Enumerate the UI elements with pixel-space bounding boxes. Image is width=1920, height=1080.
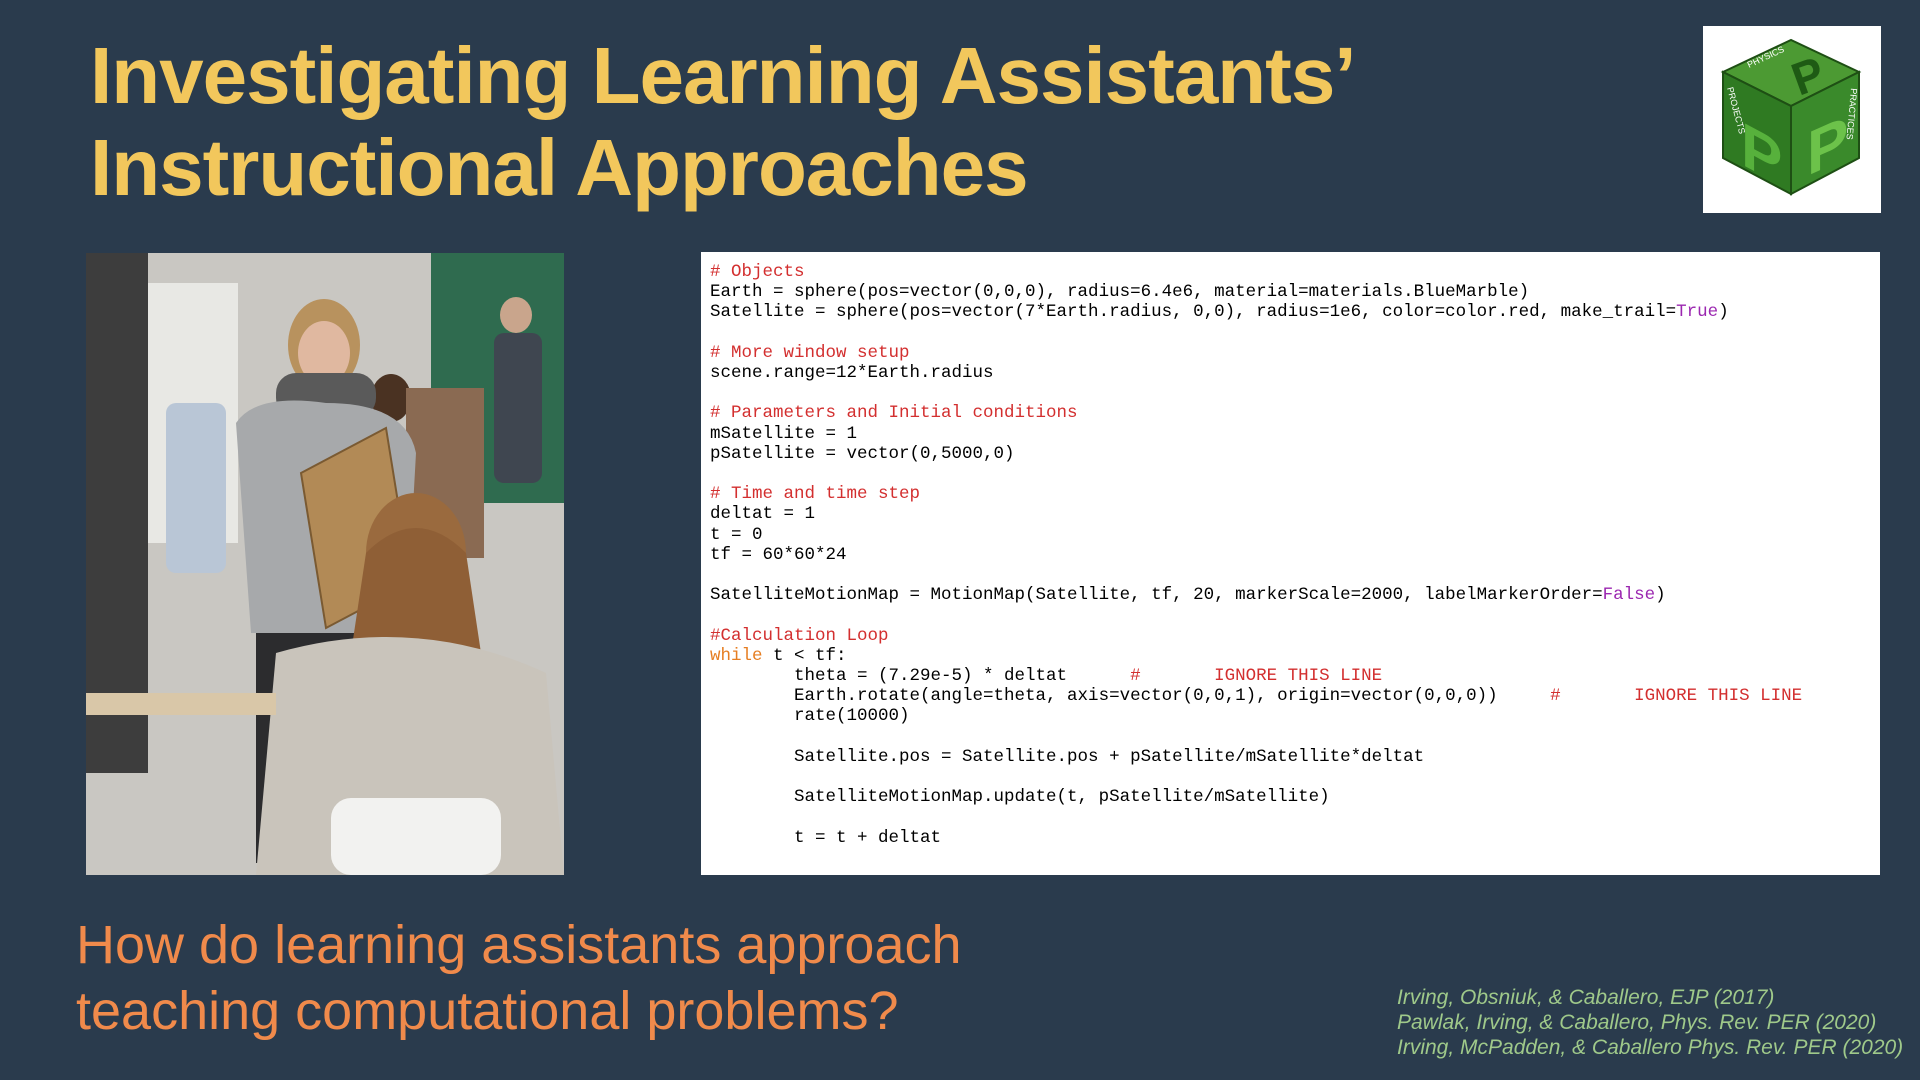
slide-title: Investigating Learning Assistants’ Instr…: [90, 30, 1590, 214]
code-line: Satellite.pos = Satellite.pos + pSatelli…: [710, 746, 1425, 767]
code-line: t = 0: [710, 524, 763, 545]
code-line: rate(10000): [710, 706, 910, 727]
code-line: theta = (7.29e-5) * deltat # IGNORE THIS…: [710, 666, 1383, 687]
code-line: # Objects: [710, 262, 805, 282]
slide-title-line-1: Investigating Learning Assistants’: [90, 31, 1357, 120]
research-question-line-2: teaching computational problems?: [76, 981, 899, 1041]
code-line: scene.range=12*Earth.radius: [710, 363, 994, 384]
code-line: Satellite = sphere(pos=vector(7*Earth.ra…: [710, 302, 1729, 323]
slide-title-line-2: Instructional Approaches: [90, 123, 1029, 212]
research-question-line-1: How do learning assistants approach: [76, 915, 962, 975]
code-panel: # Objects Earth = sphere(pos=vector(0,0,0…: [701, 252, 1880, 875]
code-line: SatelliteMotionMap.update(t, pSatellite/…: [710, 787, 1330, 808]
code-line: # Parameters and Initial conditions: [710, 403, 1078, 424]
references: Irving, Obsniuk, & Caballero, EJP (2017)…: [1397, 985, 1917, 1060]
p3-cube-logo-icon: P PHYSICS P PROJECTS P PRACTICES: [1720, 38, 1862, 200]
reference-item: Pawlak, Irving, & Caballero, Phys. Rev. …: [1397, 1011, 1877, 1034]
p3-logo: P PHYSICS P PROJECTS P PRACTICES: [1703, 26, 1881, 213]
code-line: t = t + deltat: [710, 827, 942, 848]
classroom-photo: [86, 253, 564, 875]
reference-item: Irving, McPadden, & Caballero Phys. Rev.…: [1397, 1036, 1904, 1059]
reference-item: Irving, Obsniuk, & Caballero, EJP (2017): [1397, 986, 1775, 1009]
code-line: Earth = sphere(pos=vector(0,0,0), radius…: [710, 282, 1530, 303]
code-line: Earth.rotate(angle=theta, axis=vector(0,…: [710, 686, 1803, 707]
research-question: How do learning assistants approach teac…: [76, 912, 1176, 1044]
code-line: deltat = 1: [710, 504, 816, 525]
code-line: #Calculation Loop: [710, 625, 889, 646]
code-line: SatelliteMotionMap = MotionMap(Satellite…: [710, 585, 1666, 606]
code-line: pSatellite = vector(0,5000,0): [710, 443, 1015, 464]
classroom-photo-icon: [86, 253, 564, 875]
code-line: # Time and time step: [710, 484, 921, 505]
code-line: while t < tf:: [710, 645, 847, 666]
code-line: # More window setup: [710, 342, 910, 363]
code-line: mSatellite = 1: [710, 423, 858, 444]
code-block: # Objects Earth = sphere(pos=vector(0,0,0…: [701, 252, 1880, 848]
code-line: tf = 60*60*24: [710, 544, 847, 565]
